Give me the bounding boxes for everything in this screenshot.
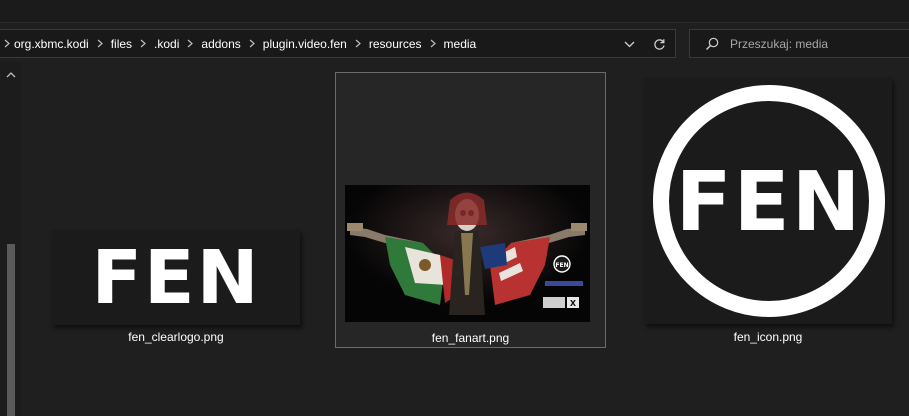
fen-icon-image: FEN — [653, 85, 885, 317]
chevron-right-icon[interactable] — [89, 38, 111, 50]
chevron-right-icon[interactable] — [241, 38, 263, 50]
chevron-right-icon[interactable] — [347, 38, 369, 50]
search-icon — [704, 36, 720, 52]
svg-text:FEN: FEN — [676, 155, 863, 250]
file-item-selected[interactable]: FEN X fen_fanart.png — [335, 72, 606, 348]
chevron-up-icon[interactable] — [5, 67, 17, 78]
file-thumbnail: FEN — [644, 78, 892, 324]
window-top-strip — [0, 0, 909, 23]
refresh-icon[interactable] — [650, 35, 668, 53]
file-name: fen_icon.png — [733, 330, 803, 344]
svg-text:FEN: FEN — [91, 235, 260, 321]
chevron-right-icon[interactable] — [0, 38, 14, 50]
svg-text:X: X — [570, 299, 577, 308]
fen-logo-image: FEN — [91, 235, 260, 321]
breadcrumb-item-plugin-video-fen[interactable]: plugin.video.fen — [263, 37, 347, 51]
file-name: fen_clearlogo.png — [128, 330, 224, 344]
breadcrumb-item-files[interactable]: files — [111, 37, 132, 51]
breadcrumb-item-resources[interactable]: resources — [369, 37, 422, 51]
fanart-image: FEN X — [345, 185, 590, 322]
chevron-right-icon[interactable] — [132, 38, 154, 50]
breadcrumb: org.xbmc.kodi files .kodi addons plugin.… — [0, 30, 476, 57]
search-box[interactable] — [689, 29, 909, 58]
file-item[interactable]: FEN fen_clearlogo.png — [42, 72, 310, 344]
vertical-scrollbar[interactable] — [0, 62, 22, 416]
file-view: FEN fen_clearlogo.png FEN X fen_fanart.p… — [22, 62, 909, 416]
chevron-right-icon[interactable] — [422, 38, 444, 50]
scrollbar-thumb[interactable] — [7, 244, 15, 416]
svg-text:FEN: FEN — [555, 262, 568, 269]
file-thumbnail: FEN — [52, 230, 300, 325]
file-thumbnail: FEN X — [345, 185, 590, 322]
address-bar[interactable]: org.xbmc.kodi files .kodi addons plugin.… — [0, 29, 676, 58]
search-input[interactable] — [730, 30, 905, 57]
chevron-right-icon[interactable] — [179, 38, 201, 50]
breadcrumb-item-media[interactable]: media — [444, 37, 477, 51]
breadcrumb-item-org-xbmc-kodi[interactable]: org.xbmc.kodi — [14, 37, 89, 51]
breadcrumb-item-kodi[interactable]: .kodi — [154, 37, 179, 51]
breadcrumb-item-addons[interactable]: addons — [201, 37, 240, 51]
file-name: fen_fanart.png — [431, 331, 510, 345]
chevron-down-icon[interactable] — [620, 35, 638, 53]
file-item[interactable]: FEN fen_icon.png — [634, 72, 902, 344]
